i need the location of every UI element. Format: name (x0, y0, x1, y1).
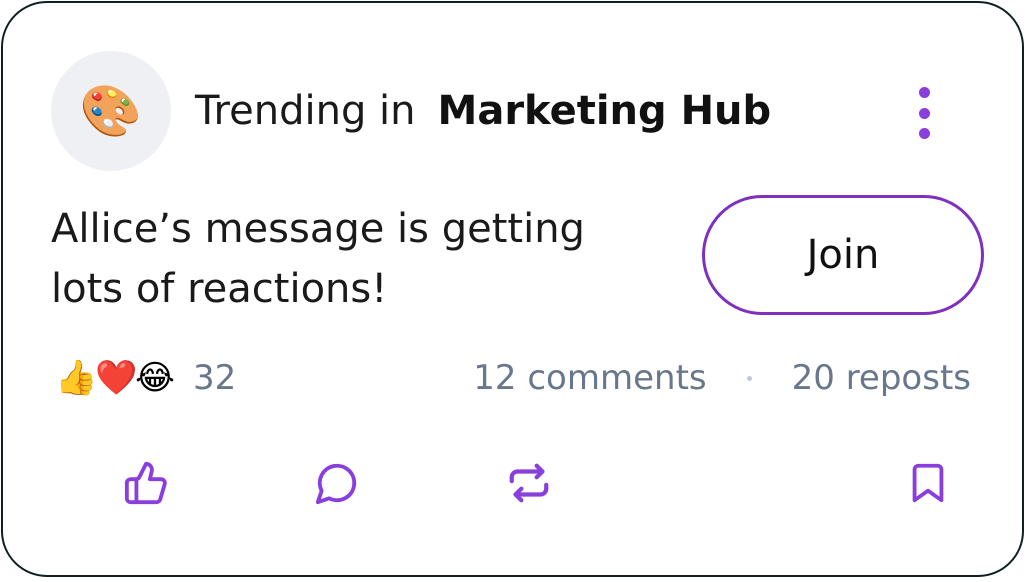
more-dot (918, 107, 930, 119)
bookmark-icon (912, 463, 944, 503)
thumbs-up-icon (124, 461, 167, 505)
trending-prefix: Trending in (195, 88, 416, 134)
trending-card: 🎨 Trending in Marketing Hub Allice’s mess… (1, 1, 1024, 577)
palette-icon: 🎨 (79, 81, 143, 140)
post-stats: 12 comments 20 reposts (473, 355, 971, 401)
more-dot (918, 87, 930, 98)
reaction-count: 32 (193, 358, 237, 398)
bookmark-button[interactable] (903, 458, 953, 508)
reaction-summary[interactable]: 👍 ❤️ 😂 32 (55, 355, 236, 401)
more-dot (918, 128, 930, 139)
comments-count[interactable]: 12 comments (473, 358, 706, 398)
reposts-count[interactable]: 20 reposts (792, 358, 971, 398)
join-button[interactable]: Join (702, 195, 984, 315)
community-avatar[interactable]: 🎨 (51, 51, 171, 171)
more-options-icon[interactable] (909, 87, 939, 139)
repost-icon (509, 463, 549, 503)
heart-reaction-icon: ❤️ (95, 358, 138, 398)
like-button[interactable] (121, 458, 171, 508)
laughing-reaction-icon: 😂 (135, 358, 175, 398)
repost-button[interactable] (504, 458, 554, 508)
trending-header: Trending in Marketing Hub (195, 85, 771, 137)
community-name[interactable]: Marketing Hub (438, 88, 772, 134)
thumbs-up-reaction-icon: 👍 (55, 358, 98, 398)
separator-dot (746, 375, 752, 381)
comment-button[interactable] (312, 458, 362, 508)
comment-icon (315, 463, 357, 505)
post-message: Allice’s message is getting lots of reac… (51, 206, 585, 312)
